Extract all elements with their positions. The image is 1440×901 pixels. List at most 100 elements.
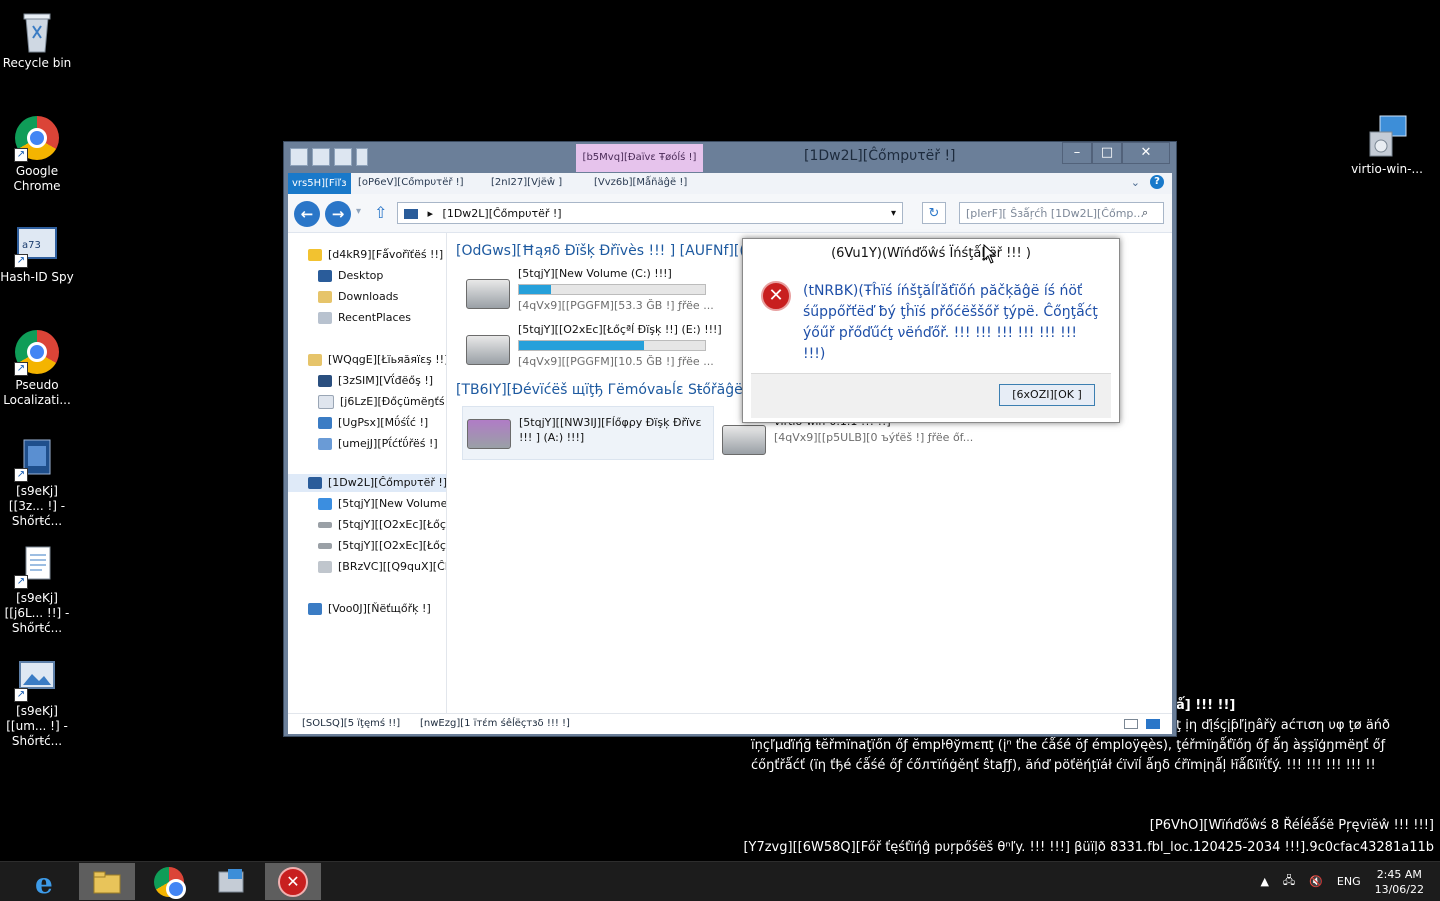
title-bar[interactable]: [b5Mvq][Ðaïvε Ŧøóĺś !] [1Dw2L][Ĉőmpυτëř … <box>284 142 1176 172</box>
drive-e[interactable]: [5tqjY][[O2xEc][Łőçªĺ Ðïşķ !!] (E:) !!!]… <box>462 323 722 375</box>
maximize-button[interactable]: □ <box>1092 142 1122 164</box>
nav-label: [WQqgE][Łïьяăяïεş !!] <box>328 353 447 366</box>
nav-label: [j6LzE][Ðőçümëŋťś ! <box>340 395 447 408</box>
taskbar-file-explorer[interactable] <box>79 863 135 900</box>
computer-icon[interactable] <box>290 148 308 166</box>
breadcrumb-separator-icon[interactable]: ▸ <box>428 207 434 220</box>
tab-view[interactable]: [2nI27][Vjëŵ ] <box>491 177 562 188</box>
taskbar-internet-explorer[interactable]: e <box>18 863 74 900</box>
nav-label: RecentPlaces <box>338 311 411 324</box>
status-bar: [SOLSQ][5 ïţęmś !!] [nwEzg][1 ïтέm śêĺëç… <box>288 713 1172 734</box>
nav-label: [umejJ][Pΐćťΰřëś !] <box>338 437 438 450</box>
desktop-icon-recycle-bin[interactable]: Recycle bin <box>0 8 74 71</box>
ok-button[interactable]: [6xOZI][OK ] <box>999 384 1095 406</box>
explorer-window[interactable]: [b5Mvq][Ðaïvε Ŧøóĺś !] [1Dw2L][Ĉőmpυτëř … <box>283 141 1177 737</box>
windows-installer-dialog[interactable]: (6Vu1Y)(Wïńďőŵś Ïńśţǻļļёř !!! ) ✕ (tNRBK… <box>742 238 1120 423</box>
nav-item-drive-c[interactable]: [5tqjY][New Volume <box>318 495 446 513</box>
properties-icon[interactable] <box>312 148 330 166</box>
desktop-icon-label: [s9eKj][[um... !] - Shőrŧć... <box>6 704 68 748</box>
tab-manage[interactable]: [Vvz6b][Mǻñäĝë !] <box>594 177 687 188</box>
floppy-drive-icon <box>467 419 511 449</box>
search-input[interactable]: [pIerF][ Ŝɜǻŗćĥ [1Dw2L][Ĉőmp... <box>959 202 1164 224</box>
tab-file[interactable]: vrs5H][Fïľɜ <box>288 173 351 194</box>
nav-label: [3zSIM][Vΐđëőş !] <box>338 374 434 387</box>
window-controls: – □ ✕ <box>1062 142 1170 164</box>
recent-places-icon <box>318 312 332 324</box>
computer-icon <box>404 209 418 219</box>
nav-libraries[interactable]: [WQqgE][Łïьяăяïεş !!] <box>308 351 447 369</box>
pictures-icon <box>318 438 332 450</box>
group-header-hard-disks[interactable]: [OdGws][Ħąяδ Ðïšķ Ðřïvès !!! ] [AUFNf][(… <box>456 243 754 259</box>
desktop-icon-virtio-win[interactable]: virtio-win-... <box>1350 114 1424 177</box>
forward-button[interactable]: → <box>325 201 351 227</box>
up-arrow-icon[interactable]: ⇧ <box>374 203 387 222</box>
nav-item-documents[interactable]: [j6LzE][Ðőçümëŋťś ! <box>318 393 447 411</box>
close-button[interactable]: ✕ <box>1122 142 1170 164</box>
breadcrumb[interactable]: [1Dw2L][Ĉőmpυτëř !] <box>443 207 562 220</box>
network-icon[interactable]: 🖧 <box>1283 872 1295 891</box>
nav-favorites[interactable]: [d4kR9][Fǻvořïťëś !!] <box>308 246 443 264</box>
computer-icon <box>308 477 322 489</box>
refresh-button[interactable]: ↻ <box>922 202 946 224</box>
desktop-icon-videos-shortcut[interactable]: ↗ [s9eKj][[3z... !] - Shőrŧć... <box>0 436 74 529</box>
hard-drive-icon <box>466 335 510 365</box>
nav-item-cd-drive[interactable]: [BRzVC][[Q9quX][ĈĹ <box>318 558 446 576</box>
desktop-icon-pseudo-localization[interactable]: ↗ Pseudo Localizati... <box>0 330 74 408</box>
taskbar-chrome[interactable] <box>141 863 197 900</box>
video-icon <box>318 375 332 387</box>
help-icon[interactable]: ? <box>1150 175 1164 189</box>
nav-item-desktop[interactable]: Desktop <box>318 267 383 285</box>
group-header-removable[interactable]: [TB6IY][Ðévïćëš щïţђ Гëmόvаьĺε Sŧőřăĝë <box>456 382 743 398</box>
internet-explorer-icon: e <box>35 867 53 900</box>
nav-item-recentplaces[interactable]: RecentPlaces <box>318 309 411 327</box>
drive-a[interactable]: [5tqjY][[NW3IJ][Fĺőφρу Ðïşķ Ðřïvε !!! ] … <box>462 406 714 460</box>
desktop-icon-label: virtio-win-... <box>1351 162 1423 176</box>
language-indicator[interactable]: ENG <box>1337 875 1361 888</box>
dialog-message: (tNRBK)(Ŧĥïś íńšţăĺľǎťïőń păčķăĝë íś ńöť… <box>803 283 1098 362</box>
drive-usage-bar <box>518 284 706 295</box>
back-button[interactable]: ← <box>294 201 320 227</box>
expand-ribbon-icon[interactable]: ⌄ <box>1131 176 1140 189</box>
taskbar: e ✕ ▲ 🖧 🔇 ENG 2:45 AM 13/06/22 <box>0 861 1440 901</box>
address-dropdown-icon[interactable]: ▾ <box>891 203 896 225</box>
show-hidden-icons-icon[interactable]: ▲ <box>1260 875 1268 888</box>
search-icon[interactable]: ⌕ <box>1142 206 1148 220</box>
nav-item-local-disk-2[interactable]: [5tqjY][[O2xEc][Łőçª <box>318 537 446 555</box>
clock[interactable]: 2:45 AM 13/06/22 <box>1375 867 1424 897</box>
drive-c[interactable]: [5tqjY][New Volume (C:) !!!] [4qVx9][[PG… <box>462 267 714 319</box>
nav-item-videos[interactable]: [3zSIM][Vΐđëőş !] <box>318 372 433 390</box>
cd-drive-icon <box>318 561 332 573</box>
nav-computer[interactable]: [1Dw2L][Ĉőmpυτëř !] <box>288 474 446 492</box>
new-folder-icon[interactable] <box>334 148 352 166</box>
nav-label: Desktop <box>338 269 384 282</box>
watermark-line-1: ţ ịη ďįśçįƥľįŋâřỳ aćтιση υφ ţø äńð <box>1176 718 1390 733</box>
hard-drive-icon <box>318 543 332 549</box>
desktop-icon-pictures-shortcut[interactable]: ↗ [s9eKj][[um... !] - Shőrŧć... <box>0 656 74 749</box>
minimize-button[interactable]: – <box>1062 142 1092 164</box>
desktop-icon-hash-id-spy[interactable]: a73 ↗ Hash-ID Spy <box>0 222 74 285</box>
drive-tools-context-tab[interactable]: [b5Mvq][Ðaïvε Ŧøóĺś !] <box>576 144 703 172</box>
chevron-down-icon[interactable] <box>356 148 368 166</box>
video-folder-icon: ↗ <box>14 436 60 482</box>
taskbar-installer[interactable] <box>203 863 259 900</box>
nav-network[interactable]: [Voo0J][Ňëťщőřķ !] <box>308 600 431 618</box>
build-label: [Y7zvg][[6W58Q][Főř ťęśťïήĝ pυŗpőśëš θⁿľ… <box>743 840 1434 855</box>
nav-item-downloads[interactable]: Downloads <box>318 288 398 306</box>
taskbar-error-dialog[interactable]: ✕ <box>265 863 321 900</box>
recent-locations-chevron-icon[interactable]: ▾ <box>356 206 361 217</box>
nav-item-pictures[interactable]: [umejJ][Pΐćťΰřëś !] <box>318 435 438 453</box>
navigation-pane[interactable]: [d4kR9][Fǻvořïťëś !!] Desktop Downloads … <box>288 233 447 713</box>
status-item-count: [SOLSQ][5 ïţęmś !!] <box>302 718 401 729</box>
desktop-icon-google-chrome[interactable]: ↗ Google Chrome <box>0 116 74 194</box>
desktop-icon-documents-shortcut[interactable]: ↗ [s9eKj][[j6L... !!] - Shőrŧć... <box>0 543 74 636</box>
address-bar[interactable]: ▸ [1Dw2L][Ĉőmpυτëř !] ▾ <box>397 202 903 224</box>
volume-muted-icon[interactable]: 🔇 <box>1309 875 1323 888</box>
tab-computer[interactable]: [oP6eV][Cőmpυτëř !] <box>358 177 464 188</box>
nav-item-music[interactable]: [UgPsx][Mΰśΐć !] <box>318 414 428 432</box>
desktop-icon-label: Recycle bin <box>2 56 72 70</box>
nav-item-local-disk[interactable]: [5tqjY][[O2xEc][Łőçª <box>318 516 446 534</box>
large-icons-view-icon[interactable] <box>1146 719 1160 729</box>
details-view-icon[interactable] <box>1124 719 1138 729</box>
music-icon <box>318 417 332 429</box>
nav-label: [UgPsx][Mΰśΐć !] <box>338 416 429 429</box>
